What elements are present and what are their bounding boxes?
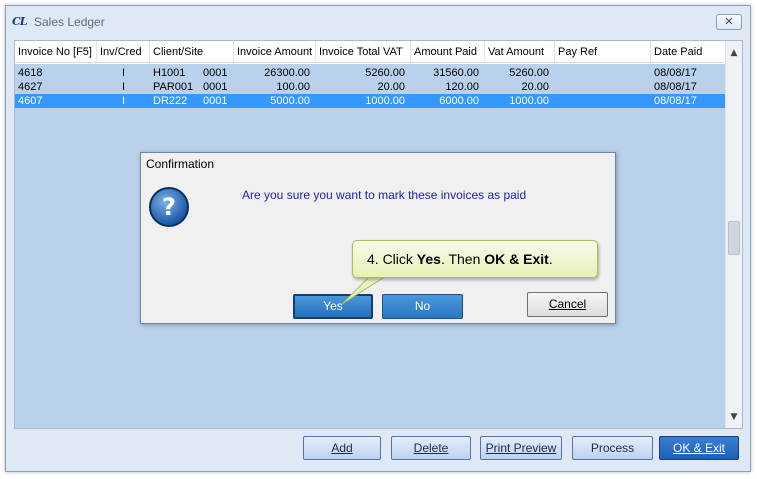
cell-site: 0001: [203, 67, 228, 79]
cell-invoice-no: 4607: [18, 95, 43, 107]
no-button[interactable]: No: [382, 294, 463, 319]
process-button[interactable]: Process: [572, 436, 653, 460]
cell-invoice-total-vat: 5260.00: [365, 67, 405, 79]
print-preview-button-label: Print Preview: [485, 441, 557, 455]
add-button[interactable]: Add: [303, 436, 381, 460]
cancel-button[interactable]: Cancel: [527, 292, 608, 317]
column-header-date-paid[interactable]: Date Paid: [651, 41, 726, 62]
cell-vat-amount: 20.00: [521, 81, 549, 93]
cell-invoice-no: 4618: [18, 67, 43, 79]
column-header-pay-ref[interactable]: Pay Ref: [555, 41, 651, 62]
cell-inv-cred: I: [121, 95, 126, 107]
table-row-selected[interactable]: 4607 I DR222 0001 5000.00 1000.00 6000.0…: [15, 94, 726, 108]
callout-bold-ok-exit: OK & Exit: [484, 251, 549, 267]
column-header-invoice-no[interactable]: Invoice No [F5]: [15, 41, 97, 62]
scroll-down-icon[interactable]: ▼: [726, 409, 742, 426]
cell-vat-amount: 5260.00: [509, 67, 549, 79]
grid-header: Invoice No [F5] Inv/Cred Client/Site Inv…: [15, 41, 726, 63]
cell-client: H1001: [153, 67, 186, 79]
column-header-invoice-amount[interactable]: Invoice Amount: [234, 41, 316, 62]
cell-pay-ref: [555, 66, 651, 80]
title-bar: CL Sales Ledger ✕: [6, 6, 750, 38]
cell-invoice-amount: 26300.00: [264, 67, 310, 79]
cell-pay-ref: [555, 80, 651, 94]
cell-invoice-amount: 100.00: [276, 81, 310, 93]
cell-date-paid: 08/08/17: [654, 67, 697, 79]
window-title: Sales Ledger: [34, 15, 105, 29]
ok-exit-button-label: OK & Exit: [672, 441, 725, 455]
cell-invoice-total-vat: 20.00: [377, 81, 405, 93]
cell-inv-cred: I: [121, 67, 126, 79]
scroll-up-icon[interactable]: ▲: [726, 45, 742, 62]
cell-site: 0001: [203, 95, 228, 107]
cell-client: PAR001: [153, 81, 194, 93]
column-header-inv-cred[interactable]: Inv/Cred: [97, 41, 150, 62]
cell-invoice-total-vat: 1000.00: [365, 95, 405, 107]
table-row[interactable]: 4618 I H1001 0001 26300.00 5260.00 31560…: [15, 66, 726, 80]
cell-amount-paid: 31560.00: [433, 67, 479, 79]
add-button-label: Add: [331, 441, 353, 455]
cell-site: 0001: [203, 81, 228, 93]
print-preview-button[interactable]: Print Preview: [480, 436, 562, 460]
app-logo: CL: [12, 15, 28, 28]
cell-date-paid: 08/08/17: [654, 95, 697, 107]
dialog-title: Confirmation: [146, 157, 215, 171]
callout-bold-yes: Yes: [416, 251, 441, 267]
instruction-callout: 4. Click Yes. Then OK & Exit.: [352, 240, 598, 278]
close-button[interactable]: ✕: [716, 14, 742, 30]
cell-invoice-no: 4627: [18, 81, 43, 93]
callout-middle: . Then: [440, 251, 485, 267]
column-header-invoice-total-vat[interactable]: Invoice Total VAT: [316, 41, 411, 62]
cell-amount-paid: 120.00: [445, 81, 479, 93]
column-header-vat-amount[interactable]: Vat Amount: [485, 41, 555, 62]
delete-button[interactable]: Delete: [391, 436, 471, 460]
cell-pay-ref: [555, 94, 651, 108]
cell-amount-paid: 6000.00: [439, 95, 479, 107]
ok-exit-button[interactable]: OK & Exit: [659, 436, 739, 460]
cancel-button-label: Cancel: [548, 297, 587, 311]
scroll-thumb[interactable]: [728, 221, 740, 255]
column-header-amount-paid[interactable]: Amount Paid: [411, 41, 485, 62]
table-row[interactable]: 4627 I PAR001 0001 100.00 20.00 120.00 2…: [15, 80, 726, 94]
dialog-message: Are you sure you want to mark these invo…: [242, 188, 527, 202]
column-header-client-site[interactable]: Client/Site: [150, 41, 234, 62]
delete-button-label: Delete: [413, 441, 449, 455]
cell-inv-cred: I: [121, 81, 126, 93]
cell-date-paid: 08/08/17: [654, 81, 697, 93]
callout-prefix: 4. Click: [367, 251, 417, 267]
cell-client: DR222: [153, 95, 188, 107]
cell-vat-amount: 1000.00: [509, 95, 549, 107]
question-icon: ?: [149, 187, 189, 227]
cell-invoice-amount: 5000.00: [270, 95, 310, 107]
vertical-scrollbar[interactable]: ▲ ▼: [725, 41, 742, 428]
callout-suffix: .: [548, 251, 553, 267]
callout-pointer: [341, 276, 387, 305]
